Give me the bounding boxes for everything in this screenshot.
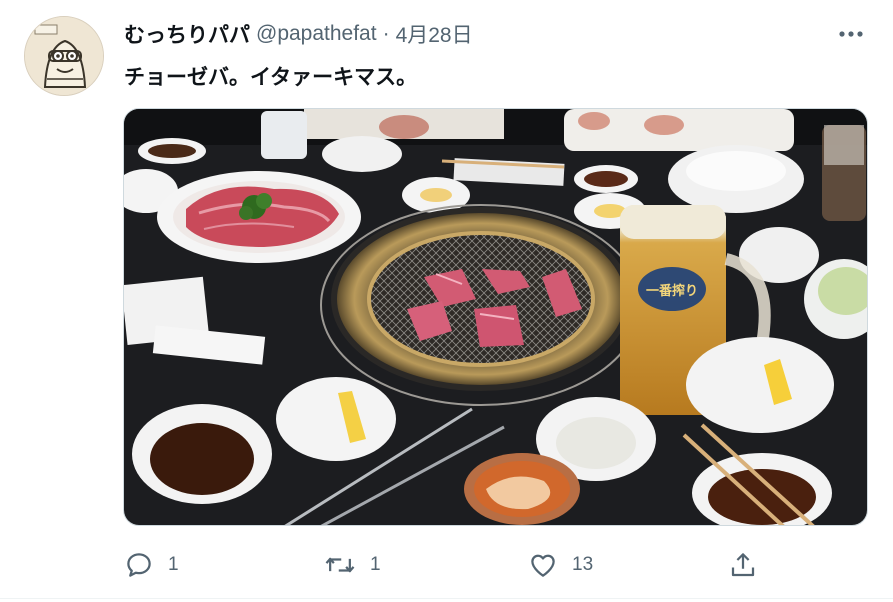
avatar[interactable] <box>24 16 104 96</box>
divider <box>0 598 893 599</box>
heart-icon <box>531 554 555 577</box>
tweet-header: むっちりパパ @papathefat · 4月28日 <box>124 20 473 48</box>
ellipsis-icon <box>839 31 863 37</box>
like-button[interactable]: 13 <box>528 545 593 585</box>
tweet-text: チョーゼバ。イタァーキマス。 <box>124 66 418 89</box>
avatar-illustration <box>25 17 103 95</box>
tweet-photo[interactable]: 一番搾り <box>123 108 868 526</box>
tweet-actions: 1 1 13 <box>124 545 764 585</box>
share-icon <box>731 553 755 577</box>
retweet-icon <box>325 557 355 573</box>
retweet-button[interactable]: 1 <box>324 545 381 585</box>
reply-button[interactable]: 1 <box>124 545 179 585</box>
reply-icon <box>127 553 151 577</box>
tweet: むっちりパパ @papathefat · 4月28日 チョーゼバ。イタァーキマス… <box>0 0 893 602</box>
user-handle[interactable]: @papathefat <box>256 22 377 46</box>
share-button[interactable] <box>728 545 758 585</box>
glass-logo-text: 一番搾り <box>646 283 698 299</box>
retweet-count: 1 <box>370 554 381 575</box>
reply-count: 1 <box>168 554 179 575</box>
yakiniku-table-photo: 一番搾り <box>124 109 867 525</box>
timestamp[interactable]: 4月28日 <box>396 19 473 49</box>
header-separator: · <box>382 22 390 45</box>
like-count: 13 <box>572 554 594 575</box>
more-button[interactable] <box>836 23 866 45</box>
display-name[interactable]: むっちりパパ <box>124 19 250 49</box>
